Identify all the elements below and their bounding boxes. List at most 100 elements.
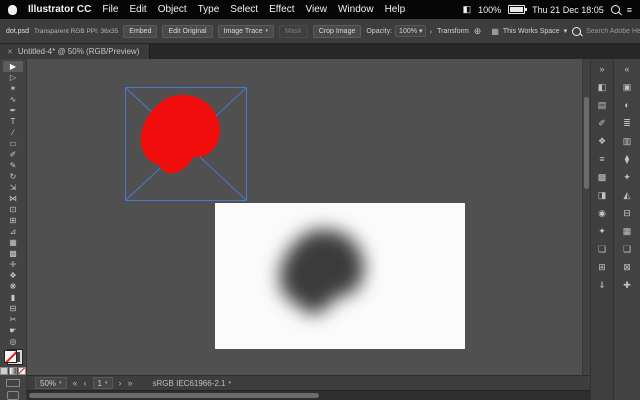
gray-blurred-dot-image[interactable]: [273, 225, 373, 320]
color-button[interactable]: [0, 366, 8, 375]
last-artboard-button[interactable]: »: [128, 378, 133, 388]
links-panel-icon[interactable]: ▥: [619, 135, 635, 147]
spotlight-icon[interactable]: [610, 5, 620, 14]
screen-mode-button[interactable]: [7, 391, 19, 400]
shape-builder-tool[interactable]: ⊞: [3, 215, 23, 226]
perspective-grid-tool[interactable]: ⊿: [3, 226, 23, 237]
pen-tool[interactable]: ✒: [3, 105, 23, 116]
brushes-panel-icon[interactable]: ✐: [594, 117, 610, 129]
navigator-panel-icon[interactable]: ◭: [619, 189, 635, 201]
asset-export-panel-icon[interactable]: ⇓: [594, 279, 610, 291]
mesh-tool[interactable]: ▦: [3, 237, 23, 248]
menu-clock[interactable]: Thu 21 Dec 18:05: [532, 5, 604, 15]
fill-swatch-none[interactable]: [4, 350, 17, 363]
direct-selection-tool[interactable]: ▷: [3, 72, 23, 83]
menu-object[interactable]: Object: [158, 4, 187, 15]
none-button[interactable]: [18, 366, 26, 375]
help-search[interactable]: [572, 26, 640, 36]
close-icon[interactable]: ✕: [7, 48, 13, 56]
zoom-tool[interactable]: ◎: [3, 336, 23, 347]
adjustments-panel-icon[interactable]: ◐: [619, 99, 635, 111]
pencil-tool[interactable]: ✎: [3, 160, 23, 171]
fill-stroke-indicator[interactable]: [4, 349, 22, 364]
eyedropper-tool[interactable]: ✛: [3, 259, 23, 270]
pathfinder-panel-icon[interactable]: ✦: [619, 171, 635, 183]
gradient-button[interactable]: [9, 366, 17, 375]
magic-wand-tool[interactable]: ✶: [3, 83, 23, 94]
selection-tool[interactable]: ▶: [3, 61, 23, 72]
drawing-mode-button[interactable]: [6, 378, 20, 388]
hand-tool[interactable]: ☛: [3, 325, 23, 336]
menu-view[interactable]: View: [305, 4, 327, 15]
free-transform-tool[interactable]: ⊡: [3, 204, 23, 215]
free-transform-icon[interactable]: ⊕: [474, 26, 482, 37]
info-panel-icon[interactable]: ≣: [619, 117, 635, 129]
column-graph-tool[interactable]: ▮: [3, 292, 23, 303]
selection-bounding-box[interactable]: [125, 87, 247, 201]
notification-center-icon[interactable]: ≡: [627, 5, 632, 15]
edit-original-button[interactable]: Edit Original: [162, 24, 213, 38]
app-menu[interactable]: Illustrator CC: [28, 4, 91, 15]
scale-tool[interactable]: ⇲: [3, 182, 23, 193]
align-panel-icon[interactable]: ⧫: [619, 153, 635, 165]
red-dot-image[interactable]: [134, 91, 228, 179]
linked-file-name[interactable]: dot.psd: [6, 28, 29, 35]
paragraph-panel-icon[interactable]: ▦: [619, 225, 635, 237]
artboards-panel-icon[interactable]: ⊞: [594, 261, 610, 273]
transparency-panel-icon[interactable]: ◨: [594, 189, 610, 201]
chevron-down-icon[interactable]: ▾: [266, 28, 269, 34]
apple-logo-icon[interactable]: [8, 4, 17, 15]
plus-panel-icon[interactable]: ✚: [619, 279, 635, 291]
glyphs-panel-icon[interactable]: ❑: [619, 243, 635, 255]
menu-file[interactable]: File: [102, 4, 118, 15]
menu-help[interactable]: Help: [385, 4, 406, 15]
type-tool[interactable]: T: [3, 116, 23, 127]
layers-panel-icon[interactable]: ❏: [594, 243, 610, 255]
character-panel-icon[interactable]: ⊟: [619, 207, 635, 219]
menu-edit[interactable]: Edit: [129, 4, 146, 15]
slice-tool[interactable]: ✂: [3, 314, 23, 325]
artboard-tool[interactable]: ⊟: [3, 303, 23, 314]
workspace-switcher[interactable]: ▦ This Works Space ▾: [491, 27, 567, 36]
mask-button[interactable]: Mask: [279, 24, 308, 38]
appearance-panel-icon[interactable]: ◉: [594, 207, 610, 219]
gradient-tool[interactable]: ▩: [3, 248, 23, 259]
menu-select[interactable]: Select: [230, 4, 258, 15]
artboard[interactable]: [215, 203, 465, 349]
actions-panel-icon[interactable]: ⊠: [619, 261, 635, 273]
embed-button[interactable]: Embed: [123, 24, 158, 38]
rectangle-tool[interactable]: ▭: [3, 138, 23, 149]
symbol-sprayer-tool[interactable]: ❋: [3, 281, 23, 292]
lasso-tool[interactable]: ∿: [3, 94, 23, 105]
horizontal-scrollbar-thumb[interactable]: [29, 392, 319, 398]
paintbrush-tool[interactable]: ✐: [3, 149, 23, 160]
color-panel-icon[interactable]: ◧: [594, 81, 610, 93]
gradient-panel-icon[interactable]: ▩: [594, 171, 610, 183]
libraries-panel-icon[interactable]: ▣: [619, 81, 635, 93]
swatches-panel-icon[interactable]: ▤: [594, 99, 610, 111]
blend-tool[interactable]: ❖: [3, 270, 23, 281]
image-trace-button[interactable]: Image Trace ▾: [217, 24, 275, 38]
artboard-navigation-dropdown[interactable]: 1 ▾: [92, 377, 113, 389]
horizontal-scrollbar[interactable]: [27, 390, 590, 400]
document-tab[interactable]: ✕ Untitled-4* @ 50% (RGB/Preview): [0, 44, 151, 59]
line-segment-tool[interactable]: ∕: [3, 127, 23, 138]
graphic-styles-panel-icon[interactable]: ✦: [594, 225, 610, 237]
menu-window[interactable]: Window: [338, 4, 374, 15]
previous-artboard-button[interactable]: ‹: [84, 378, 87, 388]
stroke-panel-icon[interactable]: ≡: [594, 153, 610, 165]
opacity-dropdown[interactable]: 100% ▾: [395, 25, 427, 37]
collapse-dock-icon[interactable]: »: [594, 63, 610, 75]
vertical-scrollbar[interactable]: [582, 59, 590, 375]
vertical-scrollbar-thumb[interactable]: [584, 97, 589, 189]
first-artboard-button[interactable]: «: [73, 378, 78, 388]
menu-extra-icon[interactable]: ◧: [463, 4, 472, 15]
symbols-panel-icon[interactable]: ❖: [594, 135, 610, 147]
width-tool[interactable]: ⋈: [3, 193, 23, 204]
opacity-panel-arrow[interactable]: ›: [429, 27, 432, 36]
search-input[interactable]: [584, 26, 640, 36]
canvas-pasteboard[interactable]: [27, 59, 590, 375]
menu-effect[interactable]: Effect: [269, 4, 294, 15]
zoom-level-dropdown[interactable]: 50% ▾: [35, 377, 67, 389]
crop-image-button[interactable]: Crop Image: [312, 24, 362, 38]
